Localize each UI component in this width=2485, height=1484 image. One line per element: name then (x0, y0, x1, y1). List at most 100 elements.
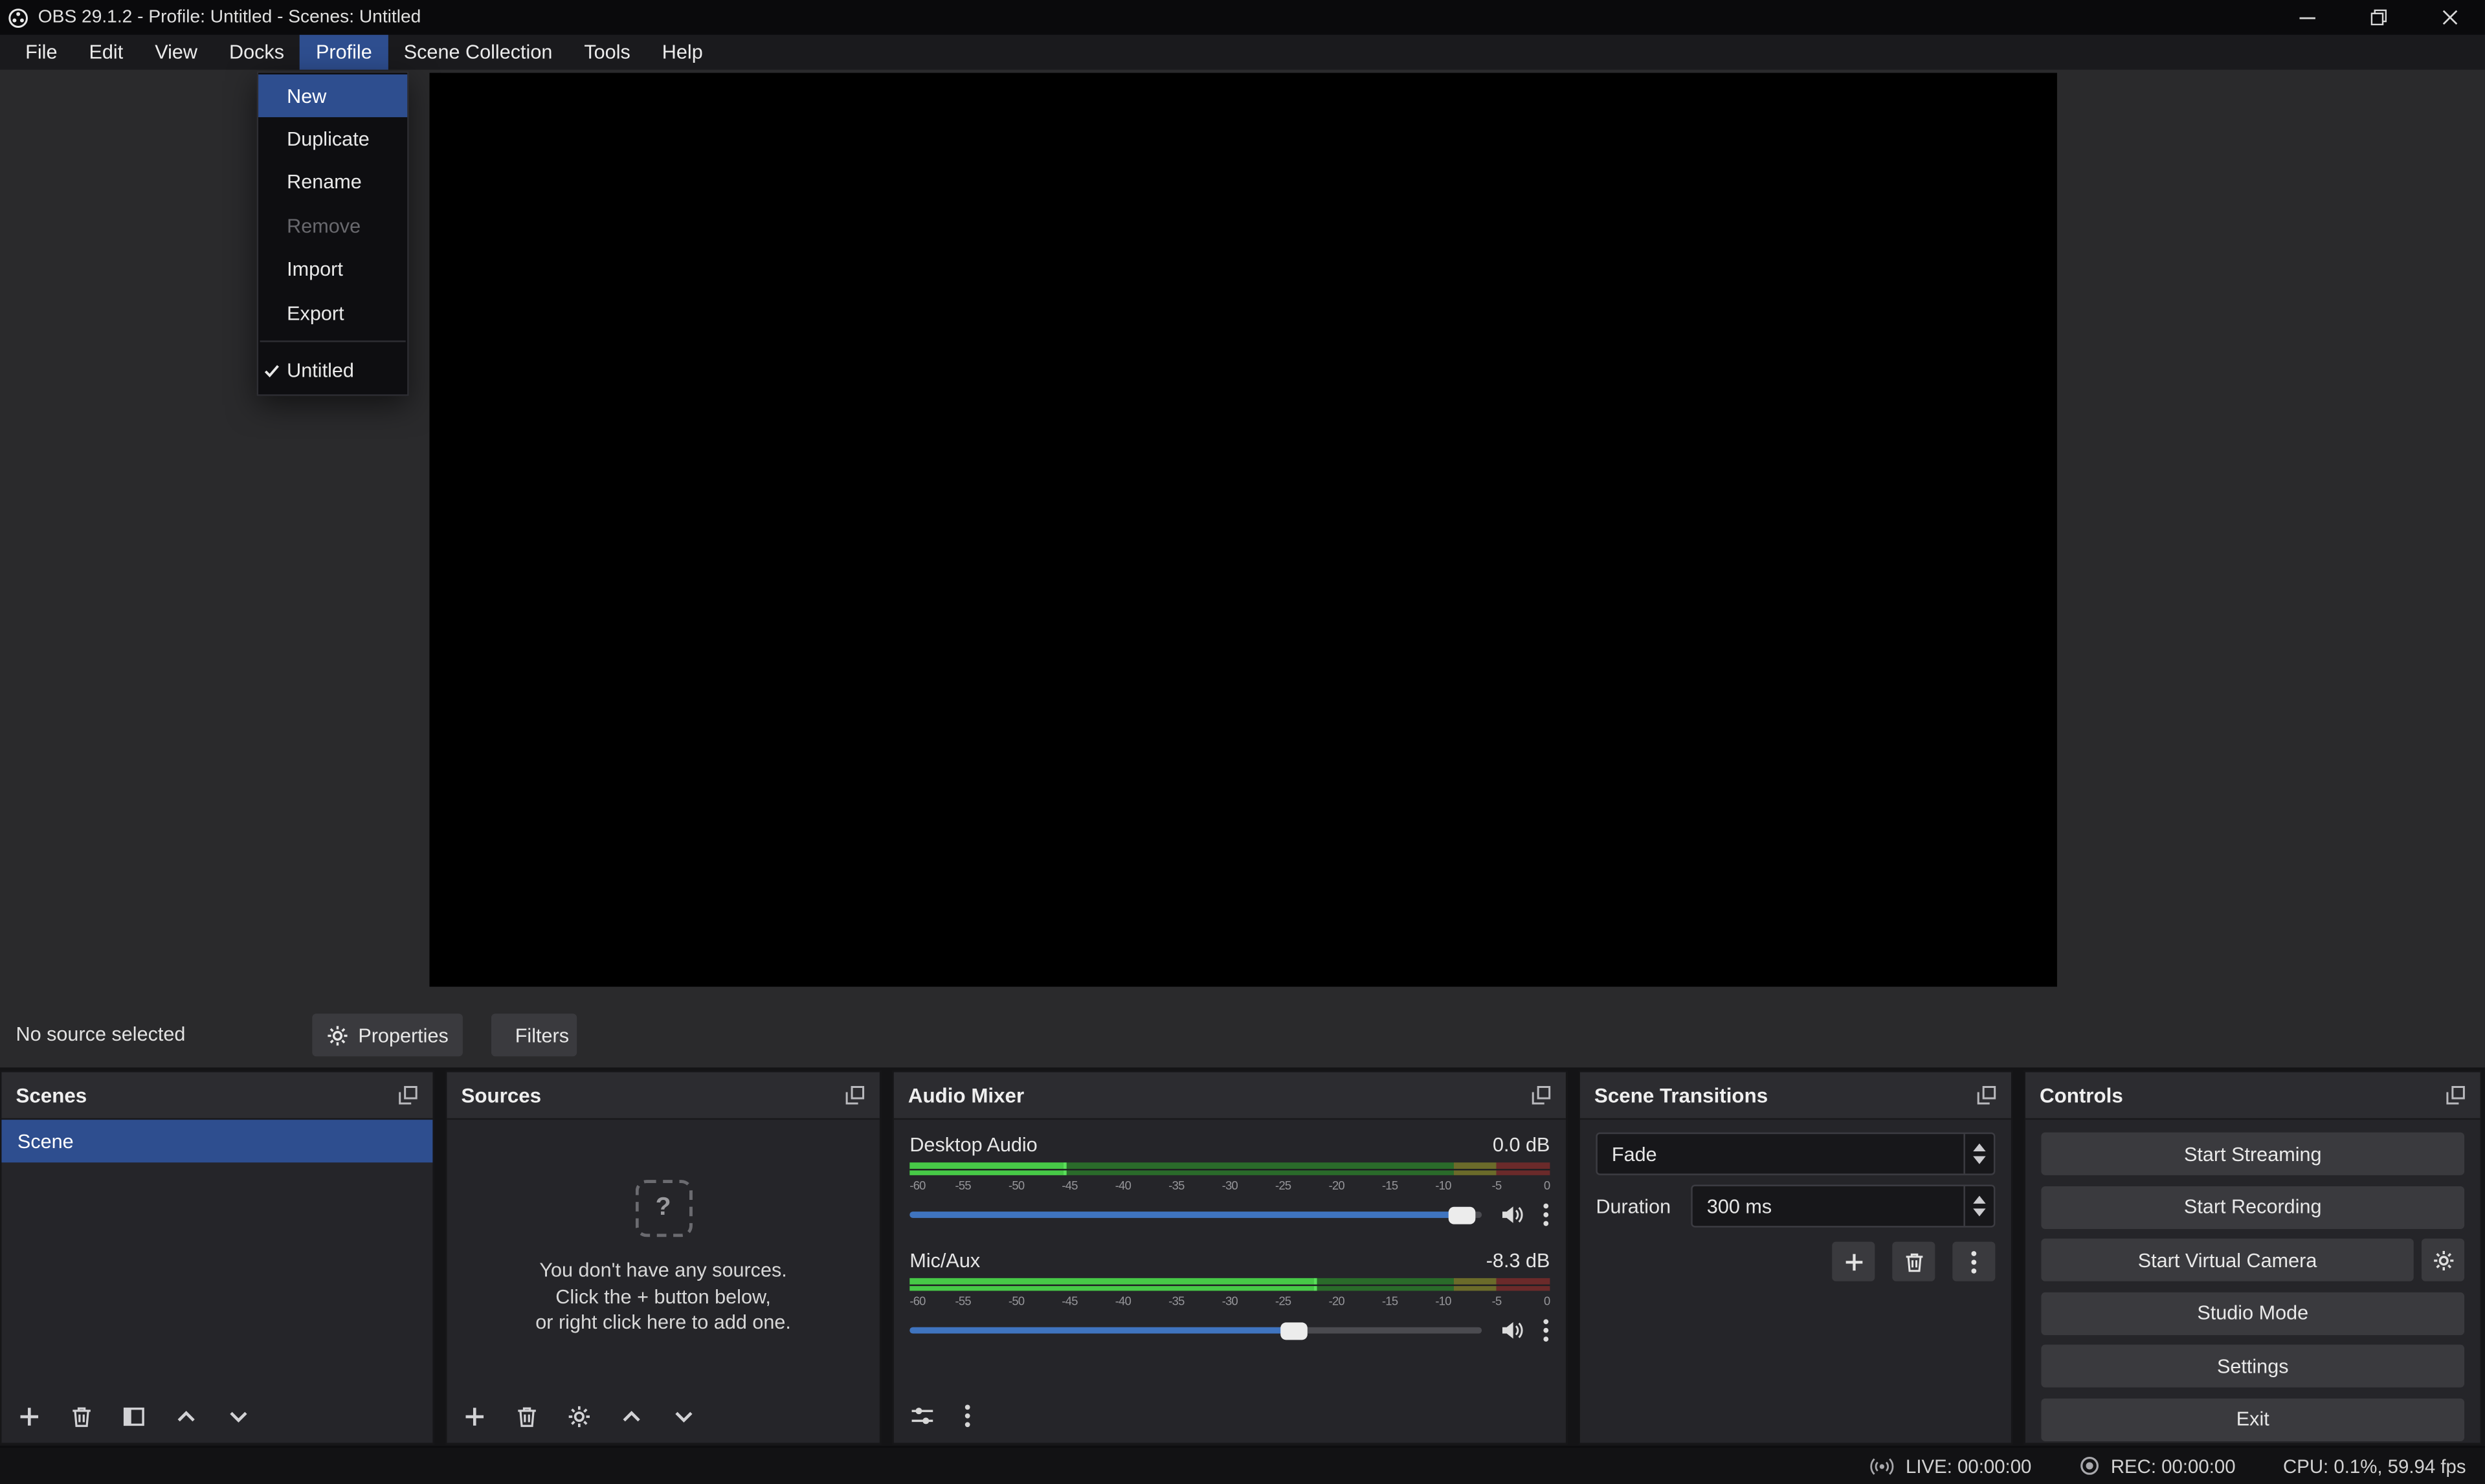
menu-item-untitled[interactable]: Untitled (258, 349, 407, 392)
duration-label: Duration (1596, 1195, 1678, 1217)
tick: -40 (1115, 1179, 1131, 1193)
arrow-up-icon (1973, 1144, 1986, 1151)
mute-button[interactable] (1499, 1202, 1524, 1227)
tick: -10 (1435, 1179, 1451, 1193)
source-list[interactable]: ? You don't have any sources. Click the … (447, 1120, 879, 1443)
transitions-dock-header: Scene Transitions (1580, 1072, 2011, 1120)
menu-edit[interactable]: Edit (73, 35, 139, 70)
minimize-icon (2299, 10, 2314, 25)
popout-dock-icon[interactable] (1531, 1085, 1552, 1105)
add-source-button[interactable] (463, 1405, 487, 1429)
mixer-dock-title: Audio Mixer (908, 1083, 1024, 1107)
preview-canvas[interactable] (429, 73, 2056, 987)
menu-view[interactable]: View (139, 35, 214, 70)
volume-meter (909, 1278, 1550, 1291)
add-scene-button[interactable] (17, 1405, 41, 1429)
rec-status: REC: 00:00:00 (2079, 1455, 2236, 1477)
settings-button[interactable]: Settings (2041, 1345, 2464, 1388)
virtual-camera-settings-button[interactable] (2422, 1239, 2464, 1281)
sources-dock: Sources ? You don't have any sources. Cl… (445, 1070, 881, 1445)
checkmark-icon (263, 362, 280, 379)
mute-button[interactable] (1499, 1318, 1524, 1343)
move-source-up-button[interactable] (619, 1405, 643, 1429)
menu-help[interactable]: Help (646, 35, 719, 70)
tick: -30 (1222, 1294, 1238, 1308)
move-source-down-button[interactable] (672, 1405, 696, 1429)
menu-item-duplicate[interactable]: Duplicate (258, 118, 407, 161)
start-streaming-button[interactable]: Start Streaming (2041, 1133, 2464, 1175)
no-source-label: No source selected (16, 1023, 185, 1045)
start-virtual-camera-button[interactable]: Start Virtual Camera (2041, 1239, 2413, 1281)
meter-level (909, 1162, 1063, 1175)
mixer-menu-button[interactable] (964, 1403, 972, 1428)
tick: 0 (1544, 1294, 1550, 1308)
tick: -30 (1222, 1179, 1238, 1193)
source-properties-button[interactable] (567, 1405, 591, 1429)
filters-button[interactable]: Filters (491, 1013, 577, 1056)
stream-status-icon (1871, 1456, 1895, 1475)
studio-mode-button[interactable]: Studio Mode (2041, 1292, 2464, 1334)
meter-scale: -60 -55 -50 -45 -40 -35 -30 -25 -20 -15 … (909, 1177, 1550, 1194)
rec-time: REC: 00:00:00 (2111, 1455, 2236, 1477)
cpu-status: CPU: 0.1%, 59.94 fps (2283, 1455, 2466, 1477)
meter-peak-marker (1064, 1162, 1067, 1175)
popout-dock-icon[interactable] (845, 1085, 865, 1105)
volume-slider[interactable] (909, 1327, 1482, 1334)
maximize-button[interactable] (2343, 0, 2414, 35)
obs-window: OBS 29.1.2 - Profile: Untitled - Scenes:… (0, 0, 2485, 1484)
duration-value: 300 ms (1707, 1195, 1964, 1217)
spinner-arrows[interactable] (1963, 1186, 1994, 1226)
menu-profile[interactable]: Profile (300, 35, 388, 70)
meter-scale: -60 -55 -50 -45 -40 -35 -30 -25 -20 -15 … (909, 1292, 1550, 1310)
menu-item-rename[interactable]: Rename (258, 161, 407, 205)
mixer-dock-header: Audio Mixer (894, 1072, 1566, 1120)
menu-item-import[interactable]: Import (258, 248, 407, 291)
menu-file[interactable]: File (10, 35, 73, 70)
statusbar: LIVE: 00:00:00 REC: 00:00:00 CPU: 0.1%, … (0, 1446, 2485, 1484)
sources-empty-state: ? You don't have any sources. Click the … (447, 1180, 879, 1336)
start-recording-button[interactable]: Start Recording (2041, 1186, 2464, 1228)
menu-tools[interactable]: Tools (568, 35, 646, 70)
add-transition-button[interactable] (1832, 1242, 1875, 1281)
spinner-arrows[interactable] (1963, 1134, 1994, 1173)
move-scene-up-button[interactable] (174, 1405, 198, 1429)
empty-text-line: Click the + button below, (555, 1283, 771, 1309)
remove-source-button[interactable] (515, 1405, 539, 1429)
remove-scene-button[interactable] (70, 1405, 94, 1429)
channel-menu-button[interactable] (1542, 1202, 1550, 1227)
menu-item-new[interactable]: New (258, 74, 407, 118)
advanced-audio-button[interactable] (909, 1403, 935, 1428)
menu-item-export[interactable]: Export (258, 291, 407, 335)
popout-dock-icon[interactable] (1976, 1085, 1997, 1105)
properties-button[interactable]: Properties (312, 1013, 463, 1056)
close-button[interactable] (2414, 0, 2485, 35)
sources-dock-header: Sources (447, 1072, 879, 1120)
profile-menu: New Duplicate Rename Remove Import Expor… (257, 71, 409, 395)
popout-dock-icon[interactable] (2446, 1085, 2466, 1105)
popout-dock-icon[interactable] (398, 1085, 419, 1105)
move-scene-down-button[interactable] (227, 1405, 251, 1429)
exit-button[interactable]: Exit (2041, 1398, 2464, 1441)
scenes-toolbar (17, 1405, 251, 1429)
transition-menu-button[interactable] (1952, 1242, 1995, 1281)
menu-docks[interactable]: Docks (213, 35, 300, 70)
mixer-channel-desktop-audio: Desktop Audio 0.0 dB -60 -55 -50 -45 (909, 1131, 1550, 1227)
minimize-button[interactable] (2271, 0, 2342, 35)
volume-slider-handle[interactable] (1449, 1206, 1477, 1224)
scene-filters-button[interactable] (122, 1405, 146, 1429)
menu-scene-collection[interactable]: Scene Collection (388, 35, 568, 70)
mixer-toolbar (909, 1403, 971, 1428)
tick: -35 (1168, 1294, 1184, 1308)
scene-list-item[interactable]: Scene (1, 1120, 432, 1162)
volume-slider-handle[interactable] (1280, 1322, 1308, 1339)
duration-input[interactable]: 300 ms (1691, 1185, 1995, 1228)
controls-dock: Controls Start Streaming Start Recording… (2023, 1070, 2482, 1445)
record-status-icon (2079, 1456, 2100, 1476)
tick: -50 (1008, 1294, 1024, 1308)
empty-text-line: or right click here to add one. (535, 1310, 791, 1336)
channel-menu-button[interactable] (1542, 1318, 1550, 1343)
volume-slider[interactable] (909, 1212, 1482, 1218)
remove-transition-button[interactable] (1892, 1242, 1935, 1281)
scenes-dock-header: Scenes (1, 1072, 432, 1120)
transition-select[interactable]: Fade (1596, 1133, 1995, 1175)
